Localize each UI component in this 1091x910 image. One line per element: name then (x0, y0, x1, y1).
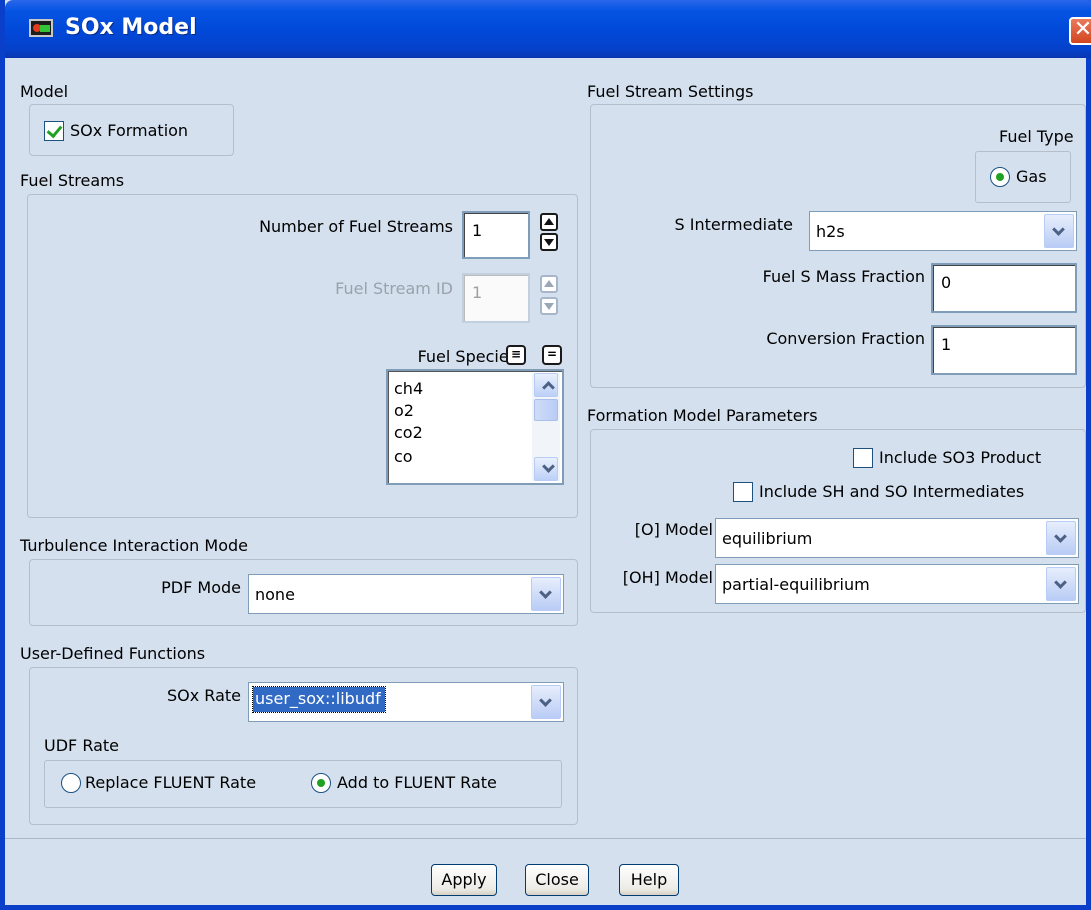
formation-group: Include SO3 Product Include SH and SO In… (590, 429, 1086, 613)
udf-rate-label: UDF Rate (44, 736, 120, 755)
o-model-value: equilibrium (722, 529, 813, 548)
oh-model-select[interactable]: partial-equilibrium (715, 564, 1079, 604)
fuel-species-list[interactable]: ch4 o2 co2 co (386, 369, 564, 485)
add-to-fluent-rate-label: Add to FLUENT Rate (337, 773, 497, 792)
sox-rate-select[interactable]: user_sox::libudf (248, 682, 564, 722)
gas-radio[interactable] (990, 167, 1010, 187)
scroll-thumb[interactable] (534, 399, 558, 421)
chevron-down-icon[interactable] (1046, 567, 1076, 601)
model-group: SOx Formation (29, 104, 234, 156)
list-item[interactable]: co2 (394, 423, 423, 442)
window-title: SOx Model (65, 15, 197, 40)
increment-id-button[interactable] (540, 275, 558, 293)
increment-streams-button[interactable] (540, 213, 558, 231)
help-button[interactable]: Help (619, 864, 679, 896)
apply-button[interactable]: Apply (431, 864, 497, 896)
fuel-streams-group: Number of Fuel Streams 1 Fuel Stream ID … (27, 194, 578, 518)
formation-model-parameters-label: Formation Model Parameters (587, 406, 818, 425)
fuel-stream-id-label: Fuel Stream ID (335, 279, 453, 298)
scroll-down-button[interactable] (534, 457, 558, 481)
species-scrollbar[interactable] (532, 373, 560, 481)
s-intermediate-value: h2s (816, 222, 845, 241)
pdf-mode-label: PDF Mode (161, 578, 241, 597)
model-section-label: Model (20, 82, 69, 101)
fuel-type-label: Fuel Type (999, 127, 1074, 146)
o-model-label: [O] Model (634, 520, 713, 539)
fuel-species-label: Fuel Species (417, 347, 517, 366)
fuel-streams-label: Fuel Streams (20, 171, 125, 190)
fuel-stream-id-input[interactable]: 1 (462, 273, 530, 323)
pdf-mode-value: none (255, 585, 295, 604)
include-sh-so-label: Include SH and SO Intermediates (759, 482, 1025, 501)
o-model-select[interactable]: equilibrium (715, 518, 1079, 558)
title-bar[interactable]: SOx Model ✕ (5, 0, 1091, 58)
oh-model-value: partial-equilibrium (722, 575, 870, 594)
close-button[interactable]: Close (525, 864, 589, 896)
footer-divider (5, 838, 1086, 839)
fuel-stream-settings-label: Fuel Stream Settings (587, 82, 754, 101)
sox-rate-label: SOx Rate (167, 686, 241, 705)
chevron-down-icon[interactable] (531, 685, 561, 719)
fuel-s-mass-fraction-label: Fuel S Mass Fraction (762, 267, 925, 286)
udf-rate-group: Replace FLUENT Rate Add to FLUENT Rate (44, 760, 562, 808)
decrement-streams-button[interactable] (540, 233, 558, 251)
turbulence-group: PDF Mode none (29, 559, 578, 626)
chevron-down-icon[interactable] (1046, 521, 1076, 555)
fuel-type-group: Gas (975, 151, 1071, 203)
replace-fluent-rate-label: Replace FLUENT Rate (85, 773, 257, 792)
list-item[interactable]: ch4 (394, 379, 423, 398)
s-intermediate-select[interactable]: h2s (809, 211, 1077, 251)
add-to-fluent-rate-radio[interactable] (311, 773, 331, 793)
udf-section-label: User-Defined Functions (20, 644, 206, 663)
deselect-all-species-icon[interactable]: = (542, 345, 562, 365)
list-item[interactable]: co (394, 447, 413, 466)
scroll-up-button[interactable] (534, 373, 558, 397)
sox-formation-checkbox[interactable] (44, 121, 64, 141)
include-so3-checkbox[interactable] (853, 448, 873, 468)
pdf-mode-select[interactable]: none (248, 574, 564, 614)
chevron-down-icon[interactable] (1044, 214, 1074, 248)
include-sh-so-checkbox[interactable] (733, 482, 753, 502)
turbulence-section-label: Turbulence Interaction Mode (20, 536, 248, 555)
number-of-fuel-streams-label: Number of Fuel Streams (259, 217, 453, 236)
app-icon (29, 19, 53, 37)
chevron-down-icon[interactable] (531, 577, 561, 611)
gas-label: Gas (1016, 167, 1047, 186)
sox-formation-label: SOx Formation (70, 121, 189, 140)
udf-group: SOx Rate user_sox::libudf UDF Rate Repla… (29, 667, 578, 825)
conversion-fraction-label: Conversion Fraction (766, 329, 925, 348)
sox-model-dialog: SOx Model ✕ Model SOx Formation Fuel Str… (0, 0, 1091, 910)
s-intermediate-label: S Intermediate (674, 215, 793, 234)
close-window-icon[interactable]: ✕ (1069, 17, 1091, 45)
decrement-id-button[interactable] (540, 297, 558, 315)
conversion-fraction-input[interactable]: 1 (931, 325, 1077, 375)
select-all-species-icon[interactable]: ≡ (506, 345, 526, 365)
fuel-stream-settings-group: Fuel Type Gas S Intermediate h2s Fuel S … (590, 104, 1086, 388)
replace-fluent-rate-radio[interactable] (61, 773, 81, 793)
list-item[interactable]: o2 (394, 401, 414, 420)
fuel-s-mass-fraction-input[interactable]: 0 (931, 263, 1077, 313)
oh-model-label: [OH] Model (622, 568, 713, 587)
include-so3-label: Include SO3 Product (879, 448, 1042, 467)
number-of-fuel-streams-input[interactable]: 1 (462, 211, 530, 259)
sox-rate-value: user_sox::libudf (252, 686, 386, 713)
